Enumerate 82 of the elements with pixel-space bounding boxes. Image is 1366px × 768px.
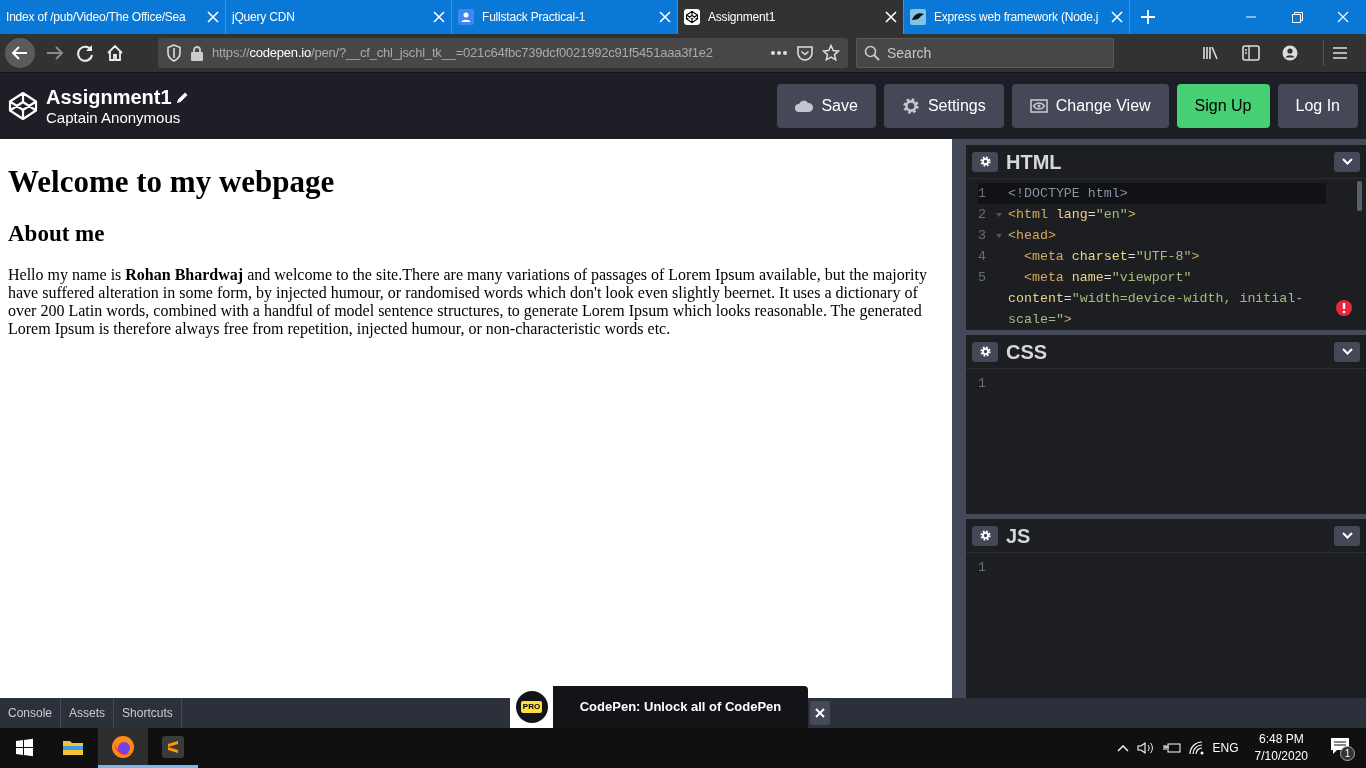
code-line: <meta charset="UTF-8"> bbox=[1022, 248, 1201, 266]
page-heading: Welcome to my webpage bbox=[8, 163, 336, 201]
chevron-up-icon[interactable] bbox=[1116, 744, 1129, 752]
search-field[interactable]: Search bbox=[856, 38, 1114, 68]
paragraph: Hello my name is Rohan Bhardwaj and welcome to the site.There are many variations of passages of Lorem Ipsum available, but the majority have suffered alteration in some form, by injected humour, or randomised words which don't look even slightly beernet. It uses a dictionary of over 200 Latin words, combined with a handful of model sentence structures, to generate Lorem Ipsum which looks reasonable. The generated Lorem Ipsum is therefore always free from repetition, injected humour, or non-characteristic words etc. bbox=[8, 265, 928, 338]
header-button[interactable]: Settings bbox=[883, 84, 1004, 128]
line-number: 3 bbox=[978, 227, 987, 245]
code-line: <head> bbox=[1008, 227, 1057, 245]
sidebar-icon[interactable] bbox=[1242, 45, 1260, 61]
settings-icon bbox=[979, 346, 991, 357]
pro-badge: PRO bbox=[515, 691, 548, 723]
codepen-icon bbox=[684, 9, 700, 25]
taskbar-app[interactable] bbox=[98, 728, 148, 768]
language-indicator[interactable]: ENG bbox=[1212, 739, 1239, 757]
person-icon bbox=[458, 9, 474, 25]
pencil-icon[interactable] bbox=[175, 90, 189, 104]
chevron-down-icon bbox=[1341, 532, 1353, 539]
plus-icon[interactable] bbox=[1140, 9, 1156, 25]
notification-count: 1 bbox=[1340, 746, 1355, 761]
tab-title: Express web framework (Node.j bbox=[934, 9, 1100, 26]
close-icon[interactable] bbox=[885, 11, 897, 23]
account-icon[interactable] bbox=[1282, 45, 1298, 61]
gear-icon bbox=[901, 97, 920, 115]
url-text: https://codepen.io/pen/?__cf_chl_jschl_tk__=021c64fbc739dcf0021992c91f5451aaa3f1e2 bbox=[212, 44, 714, 63]
collapse-button[interactable] bbox=[1334, 341, 1360, 362]
library-icon[interactable] bbox=[1202, 45, 1220, 61]
bird-icon bbox=[910, 9, 926, 25]
more-icon[interactable] bbox=[770, 50, 788, 56]
editor-title: JS bbox=[1006, 523, 1032, 549]
settings-icon bbox=[979, 156, 991, 167]
editor-title: CSS bbox=[1006, 339, 1049, 365]
codepen-logo-icon bbox=[8, 91, 38, 121]
wifi-icon[interactable] bbox=[1188, 741, 1205, 755]
header-button[interactable]: Sign Up bbox=[1176, 84, 1270, 128]
collapse-button[interactable] bbox=[1334, 525, 1360, 546]
line-number: 1 bbox=[978, 375, 987, 393]
resize-handle[interactable] bbox=[952, 139, 966, 698]
header-button[interactable]: Change View bbox=[1011, 84, 1169, 128]
shield-icon bbox=[166, 44, 182, 62]
code-line: <!DOCTYPE html> bbox=[1008, 185, 1129, 203]
close-button[interactable] bbox=[810, 701, 830, 725]
pen-author[interactable]: Captain Anonymous bbox=[46, 109, 189, 127]
tab-title: Index of /pub/Video/The Office/Sea bbox=[6, 9, 187, 26]
line-number: 5 bbox=[978, 269, 987, 287]
code-line: <meta name="viewport" content="width=device-width, initial-scale="> bbox=[1008, 269, 1305, 329]
collapse-button[interactable] bbox=[1334, 151, 1360, 172]
header-button[interactable]: Log In bbox=[1277, 84, 1358, 128]
clock[interactable]: 6:48 PM 7/10/2020 bbox=[1246, 731, 1316, 765]
cloud-icon bbox=[795, 100, 814, 112]
line-number: 2 bbox=[978, 206, 987, 224]
menu-icon[interactable] bbox=[1332, 46, 1348, 60]
code-line: <html lang="en"> bbox=[1008, 206, 1137, 224]
back-icon[interactable] bbox=[4, 37, 36, 69]
pen-title: Assignment1 bbox=[46, 85, 172, 109]
chevron-down-icon bbox=[1341, 158, 1353, 165]
eye-icon bbox=[1029, 99, 1048, 113]
settings-icon bbox=[979, 530, 991, 541]
fox-globe-icon bbox=[111, 734, 135, 759]
tab-title: Assignment1 bbox=[708, 9, 777, 26]
browser-tab[interactable]: Assignment1 bbox=[678, 0, 904, 34]
line-number: 1 bbox=[978, 559, 987, 577]
settings-button[interactable] bbox=[972, 151, 998, 172]
line-number: 1 bbox=[978, 185, 987, 203]
tab-title: jQuery CDN bbox=[232, 9, 296, 26]
close-icon bbox=[815, 708, 825, 718]
section-heading: About me bbox=[8, 220, 106, 248]
speaker-icon[interactable] bbox=[1136, 741, 1155, 755]
sublime-icon bbox=[162, 735, 184, 758]
chevron-down-icon bbox=[1341, 348, 1353, 355]
settings-button[interactable] bbox=[972, 525, 998, 546]
battery-icon[interactable] bbox=[1162, 742, 1181, 754]
star-icon[interactable] bbox=[822, 44, 840, 62]
settings-button[interactable] bbox=[972, 341, 998, 362]
search-icon bbox=[864, 45, 880, 61]
address-bar[interactable]: https://codepen.io/pen/?__cf_chl_jschl_tk__=021c64fbc739dcf0021992c91f5451aaa3f1e2 bbox=[158, 38, 848, 68]
editor-title: HTML bbox=[1006, 149, 1063, 175]
lock-icon bbox=[190, 45, 204, 61]
scrollbar[interactable] bbox=[1357, 181, 1362, 211]
header-button[interactable]: Save bbox=[777, 84, 876, 128]
tab-title: Fullstack Practical-1 bbox=[482, 9, 587, 26]
line-number: 4 bbox=[978, 248, 987, 266]
pocket-icon[interactable] bbox=[796, 45, 814, 61]
